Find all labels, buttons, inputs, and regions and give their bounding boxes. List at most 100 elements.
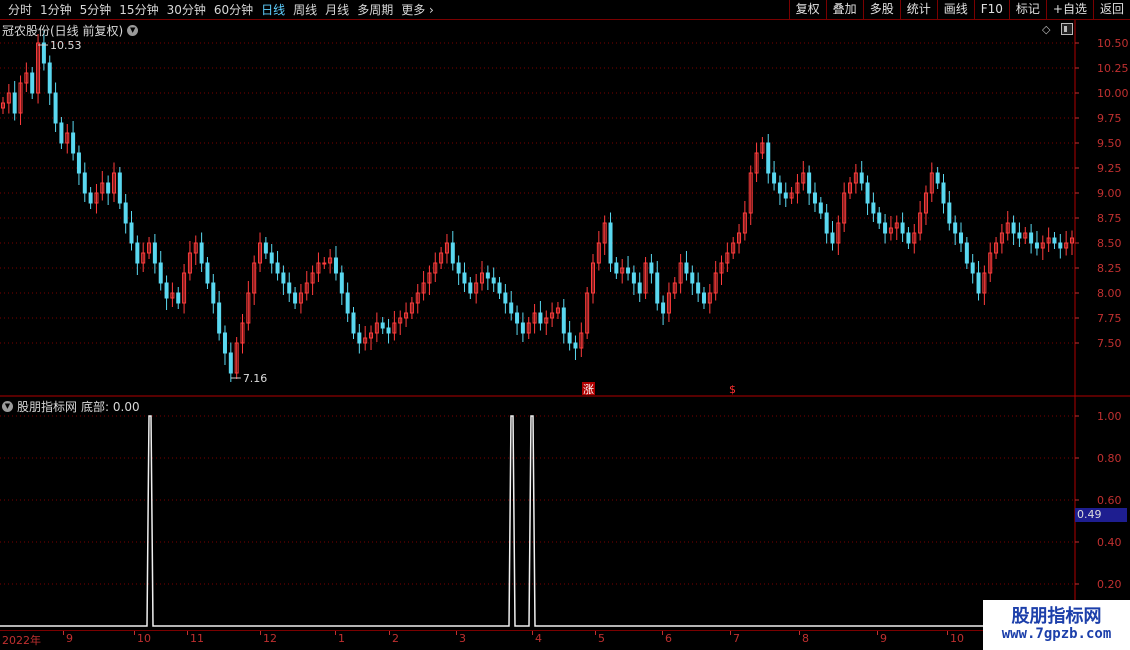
candle-body	[491, 277, 496, 284]
candle-body	[661, 302, 666, 314]
candle-body	[275, 262, 280, 274]
high-label: 10.53	[50, 39, 82, 52]
candle-body	[386, 327, 391, 334]
candle-body	[883, 222, 888, 234]
date-tick	[260, 631, 261, 635]
candle-body	[520, 322, 525, 334]
panel-toggle-icon[interactable]	[1061, 23, 1073, 35]
date-label: 7	[733, 632, 740, 645]
candle-body	[88, 192, 93, 204]
watermark-url: www.7gpzb.com	[1001, 626, 1112, 642]
candle-body	[123, 202, 128, 224]
date-tick	[134, 631, 135, 635]
date-tick	[662, 631, 663, 635]
candle-body	[824, 212, 829, 234]
candle-body	[935, 172, 940, 184]
candle-body	[217, 302, 222, 334]
date-label: 4	[535, 632, 542, 645]
candle-body	[976, 272, 981, 294]
candle-body	[614, 262, 619, 274]
candle-body	[281, 272, 286, 284]
date-label: 5	[598, 632, 605, 645]
candle-body	[766, 142, 771, 174]
candle-body	[129, 222, 134, 244]
candle-body	[41, 42, 46, 64]
candle-body	[561, 307, 566, 334]
candle-body	[269, 252, 274, 264]
price-tick-label: 9.00	[1097, 187, 1122, 200]
candle-body	[117, 172, 122, 204]
candle-body	[485, 272, 490, 279]
candle-body	[812, 192, 817, 204]
candle-body	[82, 172, 87, 194]
candle-body	[573, 342, 578, 349]
price-tick-label: 7.50	[1097, 337, 1122, 350]
candle-body	[228, 352, 233, 374]
indicator-series-label: 底部: 0.00	[81, 400, 140, 414]
candle-body	[351, 312, 356, 334]
date-tick	[335, 631, 336, 635]
candle-body	[964, 242, 969, 264]
indicator-tick-label: 0.20	[1097, 578, 1122, 591]
candle-body	[30, 72, 35, 94]
price-tick-label: 9.50	[1097, 137, 1122, 150]
candle-body	[199, 242, 204, 264]
watermark: 股朋指标网 www.7gpzb.com	[983, 600, 1130, 650]
candle-body	[456, 262, 461, 274]
date-tick	[799, 631, 800, 635]
price-tick-label: 10.50	[1097, 37, 1129, 50]
price-tick-label: 9.75	[1097, 112, 1122, 125]
candle-body	[509, 302, 514, 314]
indicator-tick-label: 0.40	[1097, 536, 1122, 549]
date-label: 1	[338, 632, 345, 645]
price-tick-label: 10.00	[1097, 87, 1129, 100]
candle-body	[859, 172, 864, 184]
date-label: 9	[66, 632, 73, 645]
price-tick-label: 9.25	[1097, 162, 1122, 175]
date-label: 10	[137, 632, 151, 645]
price-tick-label: 10.25	[1097, 62, 1129, 75]
watermark-title: 股朋指标网	[1011, 606, 1102, 627]
candle-body	[222, 332, 227, 354]
zhang-marker: 涨	[583, 383, 594, 396]
candle-body	[106, 182, 111, 194]
candle-body	[947, 202, 952, 224]
candle-body	[941, 182, 946, 204]
candle-body	[164, 282, 169, 299]
date-tick	[456, 631, 457, 635]
chevron-down-icon[interactable]: ▼	[2, 401, 13, 412]
date-tick	[947, 631, 948, 635]
candle-body	[339, 272, 344, 294]
price-tick-label: 8.00	[1097, 287, 1122, 300]
diamond-icon[interactable]: ◇	[1042, 23, 1050, 36]
indicator-line	[0, 415, 1075, 627]
chart-canvas[interactable]: 10.50 10.25 10.00 9.75 9.50 9.25 9.00 8.75 8.50 8…	[0, 0, 1130, 650]
date-tick	[389, 631, 390, 635]
candle-body	[830, 232, 835, 244]
candle-body	[333, 257, 338, 274]
candle-body	[953, 222, 958, 234]
s-marker: $	[729, 383, 736, 396]
candle-body	[772, 172, 777, 184]
candle-body	[637, 282, 642, 294]
candle-body	[970, 262, 975, 274]
candle-body	[135, 242, 140, 264]
date-axis: 2022年 9 10 11 12 1 2 3 4 5 6 7 8 9 10	[0, 630, 1075, 650]
date-tick	[187, 631, 188, 635]
candle-body	[380, 322, 385, 329]
candle-body	[877, 212, 882, 224]
date-label: 12	[263, 632, 277, 645]
candle-body	[59, 122, 64, 144]
candle-body	[158, 262, 163, 284]
chevron-down-icon[interactable]: ▼	[127, 25, 139, 36]
candle-body	[959, 232, 964, 244]
candle-body	[696, 282, 701, 294]
candle-body	[1052, 237, 1057, 244]
candle-body	[1058, 242, 1063, 249]
candle-body	[608, 222, 613, 264]
candle-body	[205, 262, 210, 284]
candle-body	[690, 272, 695, 284]
candle-body	[345, 292, 350, 314]
candle-body	[462, 272, 467, 284]
candle-body	[1029, 232, 1034, 244]
